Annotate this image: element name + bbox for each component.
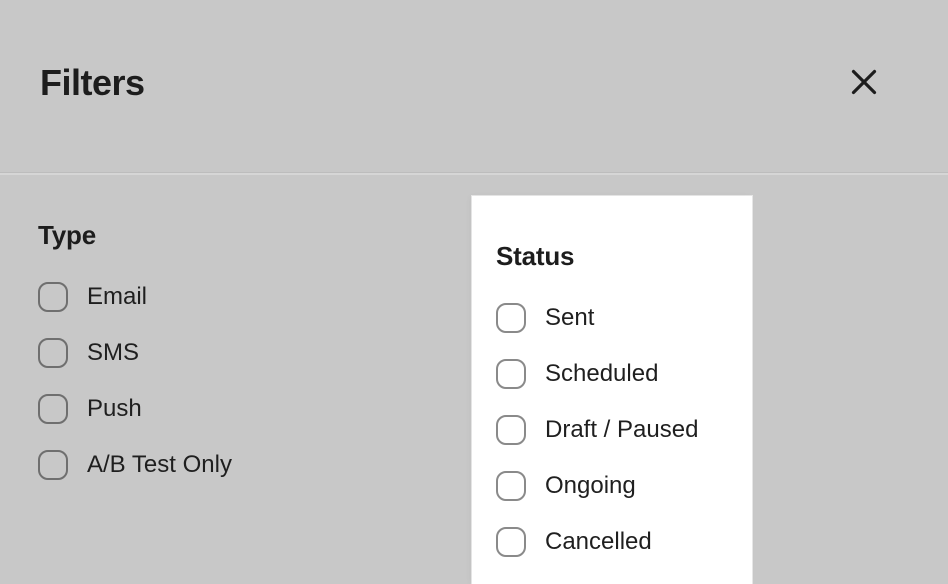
page-title: Filters <box>40 62 145 103</box>
checkbox-draft-paused[interactable] <box>496 415 526 445</box>
option-label: Sent <box>545 304 595 331</box>
checkbox-push[interactable] <box>38 394 68 424</box>
option-label: Ongoing <box>545 472 636 499</box>
option-label: Email <box>87 283 148 310</box>
filter-group-status: Status Sent Scheduled Draft / Paused Ong… <box>472 196 752 584</box>
panel-header: Filters <box>0 0 948 173</box>
option-label: Scheduled <box>545 360 659 387</box>
option-label: A/B Test Only <box>87 451 232 478</box>
checkbox-ongoing[interactable] <box>496 471 526 501</box>
checkbox-sms[interactable] <box>38 338 68 368</box>
checkbox-sent[interactable] <box>496 303 526 333</box>
group-heading-status: Status <box>496 241 575 271</box>
option-label: SMS <box>87 339 140 366</box>
option-label: Push <box>87 395 142 422</box>
option-row-cancelled[interactable]: Cancelled <box>496 527 752 557</box>
option-row-email[interactable]: Email <box>38 282 472 312</box>
filters-panel: Filters Type Email SMS Push A/B Test Onl… <box>0 0 948 584</box>
option-list-type: Email SMS Push A/B Test Only <box>38 282 472 480</box>
option-row-draft-paused[interactable]: Draft / Paused <box>496 415 752 445</box>
close-button[interactable] <box>844 62 884 102</box>
option-label: Cancelled <box>545 528 652 555</box>
option-row-sms[interactable]: SMS <box>38 338 472 368</box>
checkbox-ab-test-only[interactable] <box>38 450 68 480</box>
group-heading-type: Type <box>38 220 96 250</box>
option-row-push[interactable]: Push <box>38 394 472 424</box>
close-icon <box>850 68 878 96</box>
checkbox-scheduled[interactable] <box>496 359 526 389</box>
panel-body: Type Email SMS Push A/B Test Only Status… <box>0 175 948 584</box>
checkbox-cancelled[interactable] <box>496 527 526 557</box>
option-list-status: Sent Scheduled Draft / Paused Ongoing Ca… <box>496 303 752 557</box>
filter-group-type: Type Email SMS Push A/B Test Only <box>0 175 472 584</box>
option-row-sent[interactable]: Sent <box>496 303 752 333</box>
option-row-ongoing[interactable]: Ongoing <box>496 471 752 501</box>
option-row-scheduled[interactable]: Scheduled <box>496 359 752 389</box>
checkbox-email[interactable] <box>38 282 68 312</box>
option-row-ab-test-only[interactable]: A/B Test Only <box>38 450 472 480</box>
option-label: Draft / Paused <box>545 416 699 443</box>
